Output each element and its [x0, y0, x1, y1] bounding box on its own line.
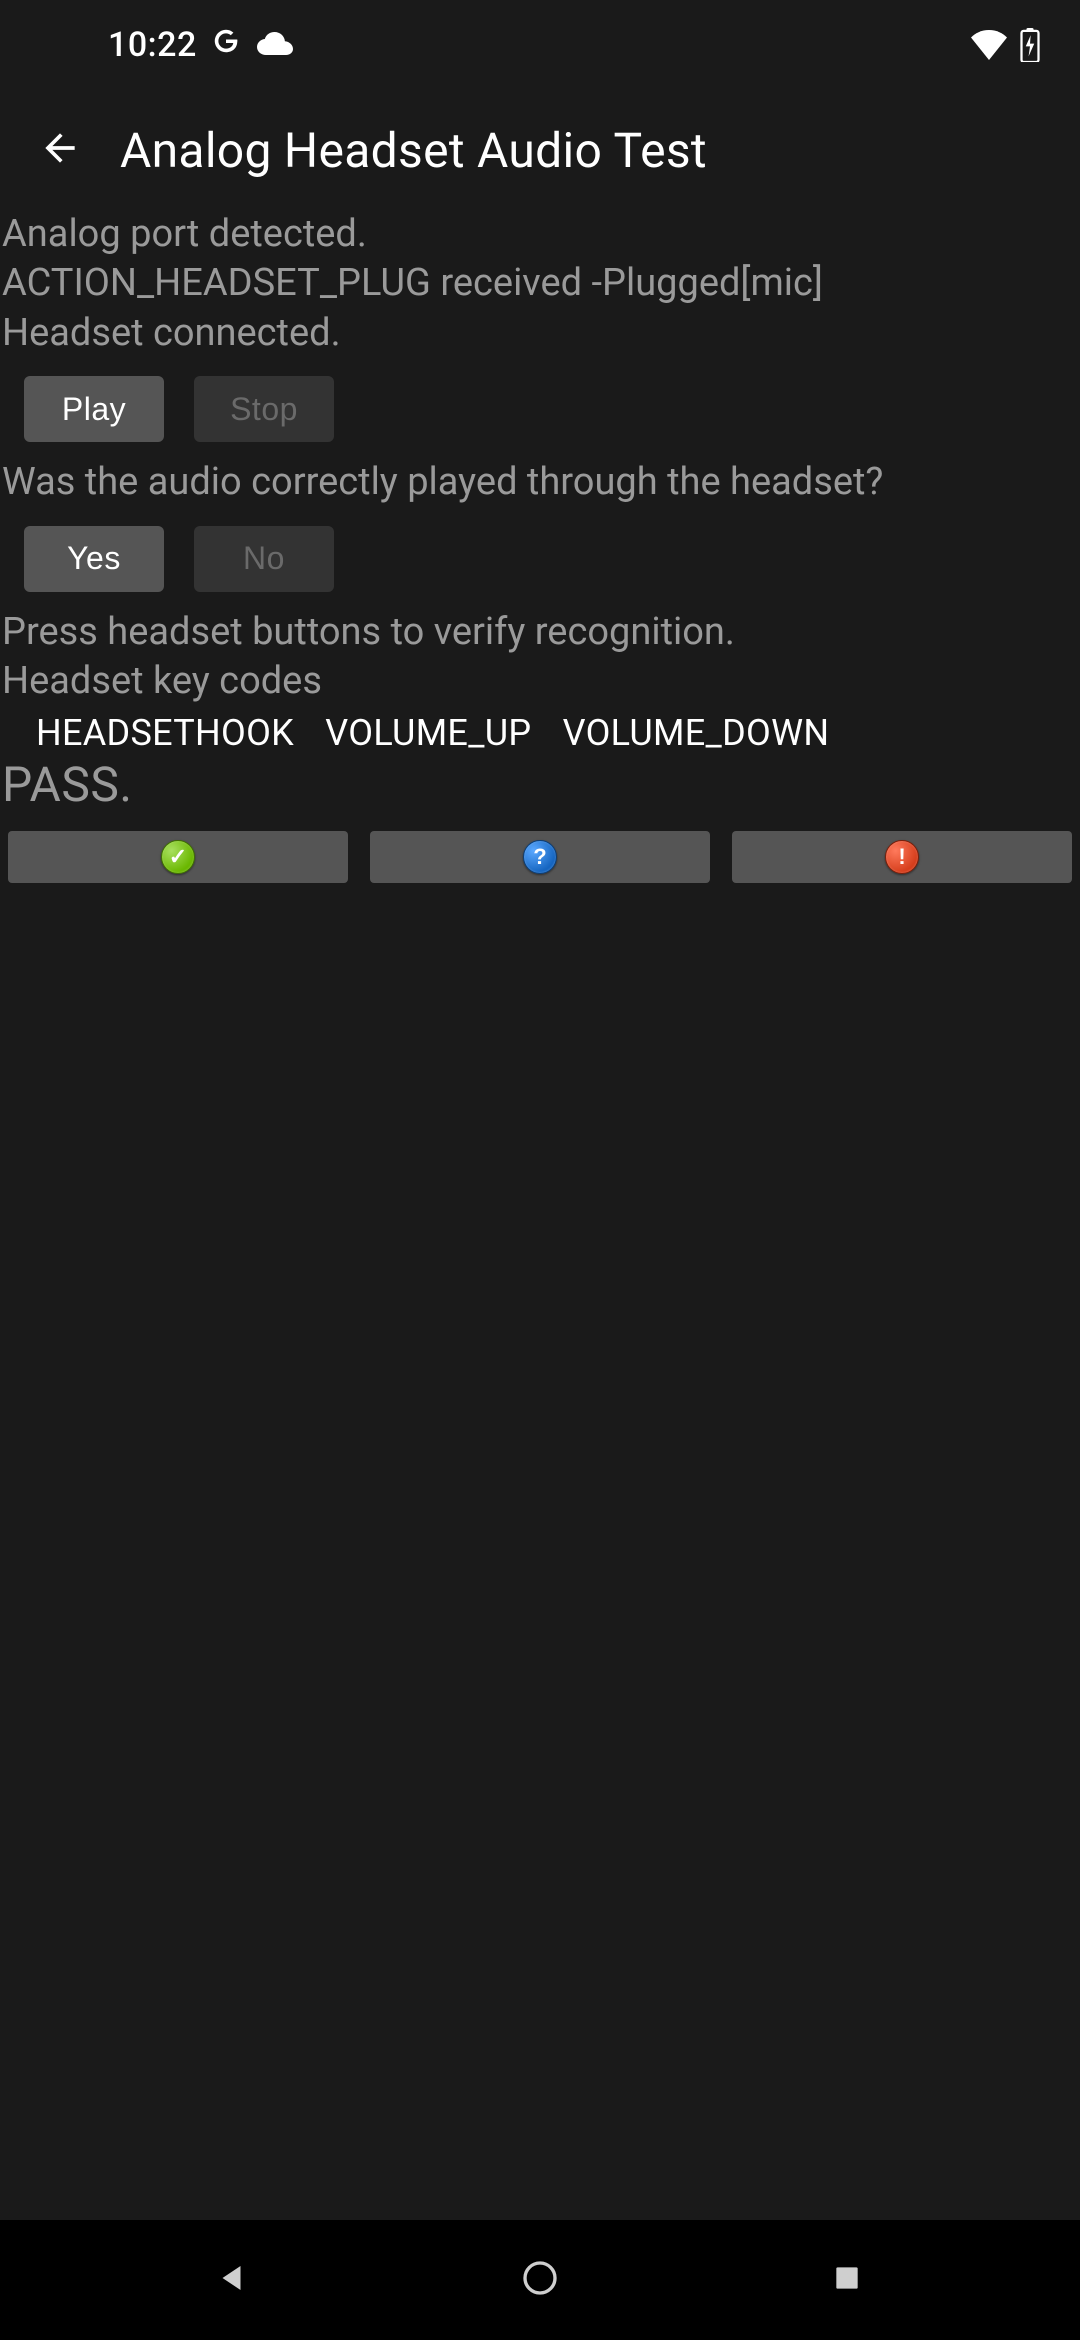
- alert-circle-icon: !: [885, 840, 919, 874]
- instruction-line-2: Headset key codes: [2, 657, 1078, 706]
- no-button: No: [194, 526, 334, 592]
- nav-recent-button[interactable]: [787, 2240, 907, 2320]
- fail-result-button[interactable]: !: [732, 831, 1072, 883]
- nav-back-button[interactable]: [173, 2240, 293, 2320]
- result-button-row: ✓ ? !: [0, 813, 1080, 883]
- content-area: Analog port detected. ACTION_HEADSET_PLU…: [0, 210, 1080, 883]
- triangle-back-icon: [215, 2260, 251, 2300]
- navigation-bar: [0, 2220, 1080, 2340]
- wifi-icon: [970, 30, 1008, 60]
- keycodes-list: HEADSETHOOK VOLUME_UP VOLUME_DOWN: [0, 706, 1080, 754]
- page-title: Analog Headset Audio Test: [120, 122, 707, 179]
- square-recent-icon: [831, 2262, 863, 2298]
- play-stop-row: Play Stop: [24, 376, 1080, 442]
- detect-line-2: ACTION_HEADSET_PLUG received -Plugged[mi…: [2, 259, 1080, 308]
- stop-button: Stop: [194, 376, 334, 442]
- status-bar: 10:22: [0, 0, 1080, 90]
- test-result: PASS.: [0, 754, 1080, 813]
- back-button[interactable]: [28, 118, 92, 182]
- detect-line-1: Analog port detected.: [2, 210, 1080, 259]
- detection-status: Analog port detected. ACTION_HEADSET_PLU…: [0, 210, 1080, 358]
- question-mark: ?: [533, 844, 546, 870]
- status-left: 10:22: [108, 25, 295, 65]
- status-right: [970, 28, 1040, 62]
- nav-home-button[interactable]: [480, 2240, 600, 2320]
- battery-charging-icon: [1020, 28, 1040, 62]
- arrow-left-icon: [38, 126, 82, 174]
- instruction-line-1: Press headset buttons to verify recognit…: [2, 608, 1078, 657]
- audio-question: Was the audio correctly played through t…: [0, 458, 1080, 507]
- check-mark: ✓: [169, 844, 187, 870]
- status-clock: 10:22: [108, 25, 197, 65]
- exclamation-mark: !: [898, 844, 905, 870]
- question-circle-icon: ?: [523, 840, 557, 874]
- app-bar: Analog Headset Audio Test: [0, 90, 1080, 210]
- yes-no-row: Yes No: [24, 526, 1080, 592]
- check-circle-icon: ✓: [161, 840, 195, 874]
- cloud-icon: [255, 31, 295, 59]
- google-icon: [211, 25, 241, 65]
- play-button[interactable]: Play: [24, 376, 164, 442]
- detect-line-3: Headset connected.: [2, 309, 1080, 358]
- instruction-text: Press headset buttons to verify recognit…: [0, 608, 1080, 707]
- pass-result-button[interactable]: ✓: [8, 831, 348, 883]
- info-result-button[interactable]: ?: [370, 831, 710, 883]
- circle-home-icon: [520, 2258, 560, 2302]
- yes-button[interactable]: Yes: [24, 526, 164, 592]
